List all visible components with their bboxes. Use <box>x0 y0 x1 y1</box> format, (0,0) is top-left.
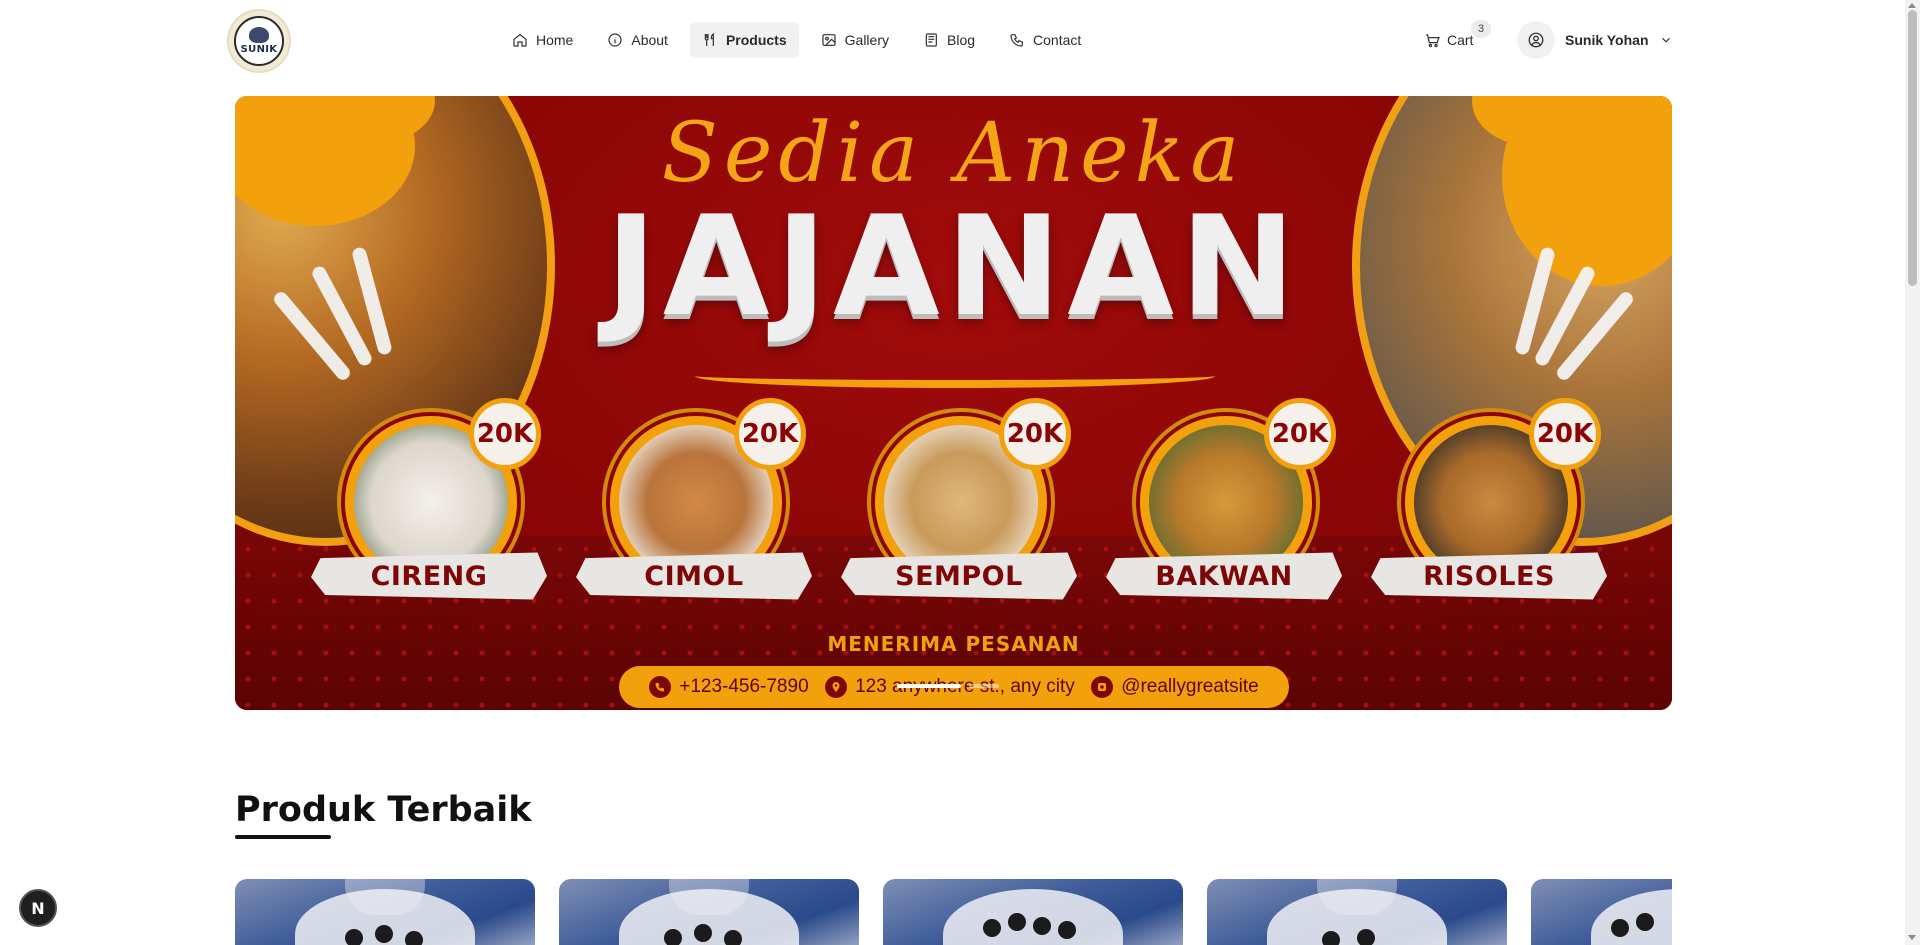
boba-pearl <box>983 919 1001 937</box>
boba-pearl <box>1322 931 1340 945</box>
section-title: Produk Terbaik <box>235 790 532 830</box>
contact-phone: +123-456-7890 <box>649 676 809 698</box>
product-card[interactable] <box>1531 879 1672 945</box>
food-item-bakwan: 20K BAKWAN <box>1106 398 1342 618</box>
user-name: Sunik Yohan <box>1565 32 1649 48</box>
logo-text: SUNIK <box>240 44 278 55</box>
main-nav: Home About Products Gallery Blog Contact <box>500 22 1093 58</box>
phone-icon <box>1010 34 1023 47</box>
boba-pearl <box>405 931 423 945</box>
scrollbar-thumb[interactable] <box>1908 10 1917 286</box>
nav-products[interactable]: Products <box>689 22 799 58</box>
food-name-label: CIRENG <box>311 552 547 600</box>
boba-pearl <box>664 929 682 945</box>
product-card[interactable] <box>1207 879 1507 945</box>
boba-pearl <box>724 930 742 945</box>
boba-pearl <box>345 929 363 945</box>
carousel-dot-2[interactable] <box>969 684 999 688</box>
scroll-up-arrow-icon[interactable] <box>1908 1 1917 9</box>
scroll-down-arrow-icon[interactable] <box>1908 935 1917 943</box>
chevron-down-icon <box>1661 37 1670 43</box>
order-heading: MENERIMA PESANAN <box>827 632 1080 656</box>
food-name-label: RISOLES <box>1371 552 1607 600</box>
product-carousel <box>235 879 1672 945</box>
nav-blog-label: Blog <box>947 32 976 48</box>
boba-pearl <box>375 925 393 943</box>
nav-about-label: About <box>631 32 668 48</box>
product-image <box>943 889 1123 945</box>
image-icon <box>822 34 836 46</box>
product-card[interactable] <box>235 879 535 945</box>
product-image <box>1591 889 1672 945</box>
floating-n-badge[interactable]: N <box>19 889 57 927</box>
cart-count-badge: 3 <box>1471 20 1491 38</box>
nav-home-label: Home <box>536 32 574 48</box>
logo-mascot <box>249 27 269 43</box>
price-badge: 20K <box>734 398 806 470</box>
food-item-cireng: 20K CIRENG <box>311 398 547 618</box>
cart-icon <box>1426 33 1440 47</box>
boba-pearl <box>1611 919 1629 937</box>
product-card[interactable] <box>883 879 1183 945</box>
food-name-label: BAKWAN <box>1106 552 1342 600</box>
brand-logo[interactable]: SUNIK <box>227 9 291 73</box>
boba-pearl <box>1033 917 1051 935</box>
contact-phone-text: +123-456-7890 <box>679 676 809 697</box>
newspaper-icon <box>925 33 937 47</box>
hero-main-title: JAJANAN <box>605 186 1302 347</box>
nav-gallery[interactable]: Gallery <box>809 22 901 58</box>
nav-home[interactable]: Home <box>500 22 585 58</box>
info-icon <box>608 33 622 47</box>
contact-instagram: @reallygreatsite <box>1091 676 1259 698</box>
price-badge: 20K <box>1529 398 1601 470</box>
food-name-label: SEMPOL <box>841 552 1077 600</box>
home-icon <box>513 33 527 47</box>
title-underline-swoosh <box>695 364 1215 388</box>
boba-pearl <box>1008 913 1026 931</box>
contact-instagram-text: @reallygreatsite <box>1121 676 1259 697</box>
section-title-underline <box>235 835 331 839</box>
price-badge: 20K <box>1264 398 1336 470</box>
nav-blog[interactable]: Blog <box>911 22 987 58</box>
product-card[interactable] <box>559 879 859 945</box>
food-item-sempol: 20K SEMPOL <box>841 398 1077 618</box>
utensils-icon <box>704 33 714 46</box>
nav-gallery-label: Gallery <box>844 32 889 48</box>
nav-about[interactable]: About <box>595 22 680 58</box>
food-item-risoles: 20K RISOLES <box>1371 398 1607 618</box>
price-badge: 20K <box>469 398 541 470</box>
carousel-dot-1[interactable] <box>897 684 961 688</box>
boba-pearl <box>1357 929 1375 945</box>
cart-label: Cart <box>1447 32 1474 48</box>
carousel-indicators <box>897 684 999 688</box>
boba-pearl <box>1058 921 1076 939</box>
phone-icon <box>649 676 672 698</box>
boba-pearl <box>1636 913 1654 931</box>
nav-contact-label: Contact <box>1033 32 1082 48</box>
nav-contact[interactable]: Contact <box>997 22 1093 58</box>
page-scrollbar[interactable] <box>1905 0 1920 945</box>
boba-pearl <box>694 924 712 942</box>
user-menu[interactable]: Sunik Yohan <box>1517 21 1673 59</box>
site-header: SUNIK Home About Products Gallery Blog C… <box>0 0 1905 80</box>
user-circle-icon <box>1528 32 1544 48</box>
map-pin-icon <box>825 676 848 698</box>
cart-button[interactable]: Cart 3 <box>1424 20 1491 58</box>
price-badge: 20K <box>999 398 1071 470</box>
food-name-label: CIMOL <box>576 552 812 600</box>
logo-emblem: SUNIK <box>234 16 284 66</box>
instagram-icon <box>1091 676 1114 698</box>
food-item-cimol: 20K CIMOL <box>576 398 812 618</box>
hero-banner[interactable]: Sedia Aneka JAJANAN 20K CIRENG 20K CIMOL… <box>235 96 1672 710</box>
nav-products-label: Products <box>725 32 787 48</box>
avatar <box>1517 21 1555 59</box>
